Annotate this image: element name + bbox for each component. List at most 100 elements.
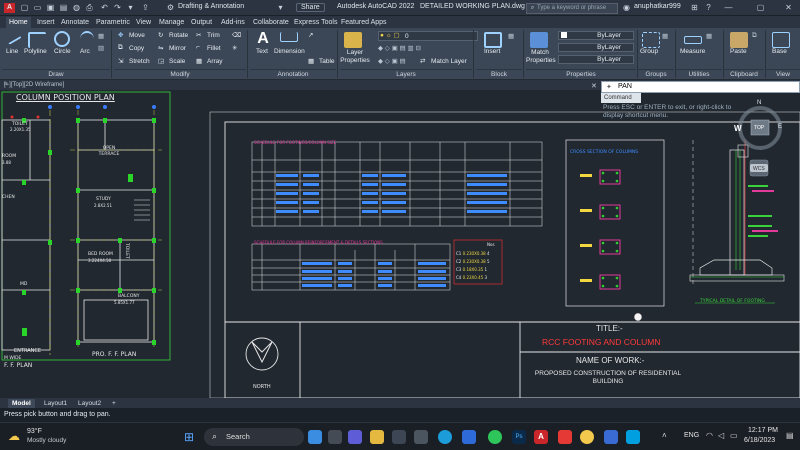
- group-button[interactable]: Group: [640, 48, 658, 55]
- match-properties-icon[interactable]: [530, 32, 548, 48]
- line-icon[interactable]: [4, 29, 22, 45]
- match-properties-button[interactable]: Match Properties: [526, 49, 556, 65]
- app-icon-2[interactable]: [604, 430, 618, 444]
- mirror-button[interactable]: ⇋ Mirror: [158, 44, 186, 53]
- insert-block-icon[interactable]: [484, 32, 502, 48]
- workspace-selector[interactable]: Drafting & Annotation: [178, 3, 244, 10]
- draw-extra-icon[interactable]: ▦: [98, 32, 104, 40]
- fillet-button[interactable]: ⌐ Fillet: [196, 44, 221, 53]
- undo-icon[interactable]: ↶: [100, 3, 109, 12]
- autocad-icon[interactable]: A: [534, 430, 548, 444]
- trim-button[interactable]: ✂ Trim: [196, 31, 220, 40]
- mail-icon[interactable]: [414, 430, 428, 444]
- arc-button[interactable]: Arc: [80, 48, 90, 55]
- command-gear-icon[interactable]: ✦: [606, 83, 612, 91]
- share-button[interactable]: Share: [296, 3, 325, 12]
- linetype-dropdown[interactable]: ByLayer: [558, 43, 634, 52]
- layer-tools2-icon[interactable]: ◆ ◇ ▣ ▤: [378, 57, 406, 65]
- tab-home[interactable]: Home: [6, 17, 31, 28]
- rotate-button[interactable]: ↻ Rotate: [158, 31, 188, 40]
- battery-icon[interactable]: ▭: [730, 431, 738, 440]
- group-tools-icon[interactable]: ▦: [662, 32, 668, 40]
- viewport-label[interactable]: [−][Top][2D Wireframe]: [4, 82, 64, 88]
- copy-clip-icon[interactable]: ⧉: [752, 32, 757, 40]
- search-input[interactable]: Type a keyword or phrase: [526, 3, 618, 14]
- tab-model[interactable]: Model: [8, 399, 35, 408]
- web-icon[interactable]: ◍: [72, 3, 81, 12]
- cart-icon[interactable]: ⊞: [690, 3, 699, 12]
- task-view-icon[interactable]: [328, 430, 342, 444]
- tab-collaborate[interactable]: Collaborate: [250, 17, 292, 28]
- tray-chevron-icon[interactable]: ˄: [662, 431, 667, 440]
- weather-desc[interactable]: Mostly cloudy: [27, 437, 66, 444]
- insert-button[interactable]: Insert: [484, 48, 500, 55]
- weather-icon[interactable]: ☁: [8, 429, 20, 443]
- weather-temp[interactable]: 93°F: [27, 428, 42, 435]
- line-button[interactable]: Line: [6, 48, 18, 55]
- app-logo-icon[interactable]: A: [4, 3, 15, 13]
- color-dropdown[interactable]: ByLayer: [558, 31, 634, 40]
- maximize-icon[interactable]: ▢: [756, 3, 765, 12]
- bing-icon[interactable]: [308, 430, 322, 444]
- dimension-icon[interactable]: [280, 32, 298, 42]
- acrobat-icon[interactable]: [558, 430, 572, 444]
- tab-insert[interactable]: Insert: [34, 17, 58, 28]
- erase-icon[interactable]: ⌫: [232, 31, 241, 39]
- move-button[interactable]: ✥ Move: [118, 31, 145, 40]
- whatsapp-icon[interactable]: [488, 430, 502, 444]
- app-icon-3[interactable]: [626, 430, 640, 444]
- circle-button[interactable]: Circle: [54, 48, 71, 55]
- panel-block-title[interactable]: Block: [476, 69, 522, 79]
- text-button[interactable]: Text: [256, 48, 268, 55]
- match-layer-button[interactable]: ⇄ Match Layer: [420, 57, 467, 66]
- tab-view[interactable]: View: [133, 17, 154, 28]
- minimize-icon[interactable]: —: [724, 3, 733, 12]
- paste-icon[interactable]: [730, 32, 748, 48]
- base-view-icon[interactable]: [772, 32, 790, 48]
- save-as-icon[interactable]: ▤: [59, 3, 68, 12]
- tab-layout2[interactable]: Layout2: [74, 399, 105, 408]
- drawing-canvas[interactable]: [−][Top][2D Wireframe] COLUMN POSITION P…: [0, 82, 800, 398]
- panel-groups-title[interactable]: Groups: [638, 69, 674, 79]
- tab-annotate[interactable]: Annotate: [58, 17, 92, 28]
- panel-utilities-title[interactable]: Utilities: [676, 69, 722, 79]
- polyline-button[interactable]: Polyline: [24, 48, 47, 55]
- new-file-icon[interactable]: ▢: [20, 3, 29, 12]
- array-button[interactable]: ▦ Array: [196, 57, 223, 66]
- dimension-button[interactable]: Dimension: [274, 48, 305, 55]
- chrome-icon[interactable]: [580, 430, 594, 444]
- layer-properties-button[interactable]: Layer Properties: [340, 49, 370, 65]
- viewcube-top[interactable]: TOP: [754, 125, 764, 131]
- tab-featured-apps[interactable]: Featured Apps: [338, 17, 390, 28]
- workspace-gear-icon[interactable]: ⚙: [166, 3, 175, 12]
- user-name[interactable]: anuphatkar999: [634, 3, 681, 10]
- hatch-icon[interactable]: ▨: [98, 44, 104, 52]
- command-input[interactable]: ✦ PAN: [601, 81, 800, 93]
- user-icon[interactable]: ◉: [622, 3, 631, 12]
- tab-add-ins[interactable]: Add-ins: [218, 17, 248, 28]
- viewcube-n[interactable]: N: [757, 100, 761, 106]
- stretch-button[interactable]: ⇲ Stretch: [118, 57, 150, 66]
- panel-draw-title[interactable]: Draw: [2, 69, 110, 79]
- file-explorer-icon[interactable]: [370, 430, 384, 444]
- viewcube-e[interactable]: E: [778, 124, 782, 130]
- viewcube-w[interactable]: W: [734, 124, 742, 133]
- tab-layout1[interactable]: Layout1: [40, 399, 71, 408]
- workspace-chevron-icon[interactable]: ▾: [276, 3, 285, 12]
- photoshop-icon[interactable]: Ps: [512, 430, 526, 444]
- wcs-label[interactable]: WCS: [753, 166, 765, 172]
- close-icon[interactable]: ✕: [784, 3, 793, 12]
- command-line[interactable]: Press pick button and drag to pan.: [0, 408, 800, 422]
- layer-tools-icon[interactable]: ◆ ◇ ▣ ▤ ▥ ⊟: [378, 44, 421, 52]
- redo-icon[interactable]: ↷: [113, 3, 122, 12]
- open-file-icon[interactable]: ▭: [33, 3, 42, 12]
- block-tools-icon[interactable]: ▦: [508, 32, 514, 40]
- windows-start-icon[interactable]: ⊞: [184, 430, 198, 444]
- table-button[interactable]: ▦ Table: [308, 57, 335, 66]
- add-layout-icon[interactable]: +: [108, 399, 120, 408]
- save-icon[interactable]: ▣: [46, 3, 55, 12]
- explode-icon[interactable]: ✳: [232, 44, 237, 52]
- group-icon[interactable]: [642, 32, 660, 48]
- teams-icon[interactable]: [348, 430, 362, 444]
- app-blue-icon[interactable]: [462, 430, 476, 444]
